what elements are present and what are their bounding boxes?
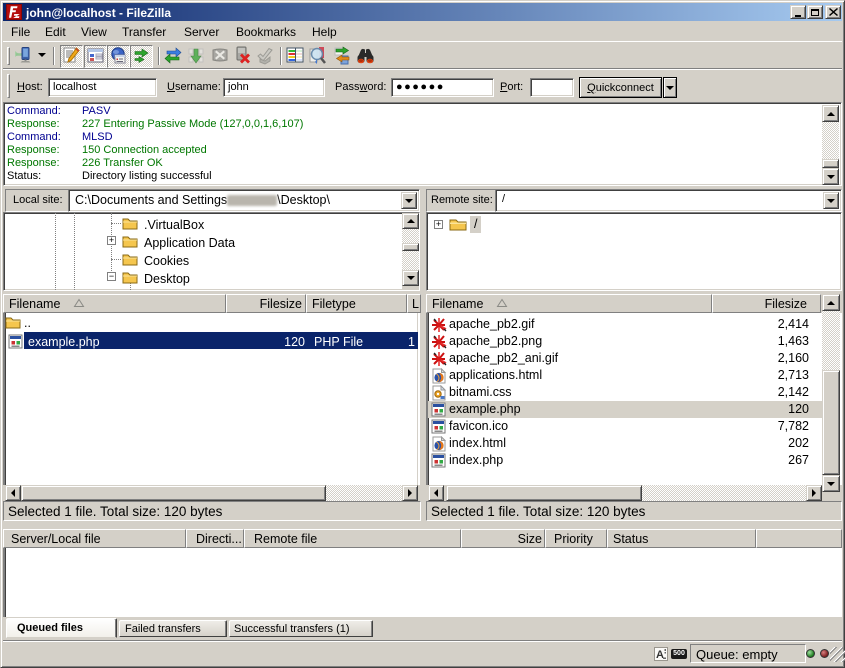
svg-text:A: A — [656, 649, 664, 660]
